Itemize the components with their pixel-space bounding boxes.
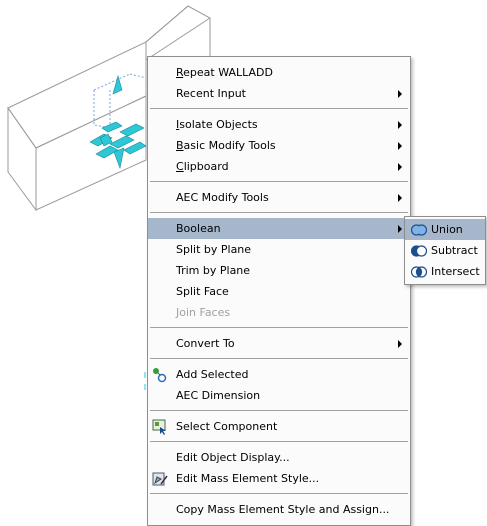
submenu-arrow-icon	[398, 194, 402, 202]
grip-6	[123, 141, 147, 155]
menu-item-label: Boolean	[176, 222, 221, 235]
grip-2	[101, 121, 123, 133]
union-icon	[411, 224, 427, 236]
menu-item-select-component[interactable]: Select Component	[148, 416, 410, 437]
menu-separator	[150, 493, 408, 494]
menu-item-boolean[interactable]: Boolean	[148, 218, 410, 239]
menu-item-recent-input[interactable]: Recent Input	[148, 83, 410, 104]
accelerator-c: C	[176, 160, 184, 173]
menu-item-aec-modify-tools[interactable]: AEC Modify Tools	[148, 187, 410, 208]
submenu-arrow-icon	[398, 163, 402, 171]
menu-item-aec-dimension[interactable]: AEC Dimension	[148, 385, 410, 406]
submenu-arrow-icon	[398, 142, 402, 150]
menu-item-label: Edit Object Display...	[176, 451, 290, 464]
submenu-item-label: Intersect	[431, 265, 480, 278]
menu-item-label: lipboard	[183, 160, 229, 173]
menu-separator	[150, 212, 408, 213]
menu-item-convert-to[interactable]: Convert To	[148, 333, 410, 354]
menu-item-label: Split Face	[176, 285, 229, 298]
menu-item-isolate-objects[interactable]: Isolate Objects	[148, 114, 410, 135]
submenu-arrow-icon	[398, 121, 402, 129]
context-menu: Repeat WALLADD Recent Input Isolate Obje…	[147, 56, 411, 526]
menu-item-label: epeat WALLADD	[183, 66, 273, 79]
menu-separator	[150, 327, 408, 328]
submenu-item-label: Union	[431, 223, 463, 236]
menu-item-label: Add Selected	[176, 368, 249, 381]
add-selected-icon	[153, 368, 167, 383]
subtract-icon	[411, 245, 427, 257]
menu-item-basic-modify-tools[interactable]: Basic Modify Tools	[148, 135, 410, 156]
edit-style-icon	[152, 472, 168, 486]
menu-item-label: AEC Modify Tools	[176, 191, 269, 204]
menu-item-split-by-plane[interactable]: Split by Plane	[148, 239, 410, 260]
menu-item-label: Split by Plane	[176, 243, 252, 256]
menu-item-trim-by-plane[interactable]: Trim by Plane	[148, 260, 410, 281]
submenu-item-union[interactable]: Union	[405, 219, 485, 240]
menu-item-label: Edit Mass Element Style...	[176, 472, 320, 485]
menu-item-label: Trim by Plane	[176, 264, 251, 277]
menu-separator	[150, 410, 408, 411]
menu-item-label: solate Objects	[179, 118, 258, 131]
menu-item-label: Convert To	[176, 337, 235, 350]
select-component-icon	[152, 419, 166, 435]
menu-item-label: asic Modify Tools	[183, 139, 276, 152]
menu-item-label: Copy Mass Element Style and Assign...	[176, 503, 390, 516]
menu-separator	[150, 181, 408, 182]
grip-5	[119, 123, 145, 137]
submenu-arrow-icon	[398, 225, 402, 233]
accelerator-b: B	[176, 139, 184, 152]
grips[interactable]	[89, 74, 147, 170]
boolean-submenu: Union Subtract Intersect	[404, 216, 486, 285]
menu-separator	[150, 441, 408, 442]
menu-item-join-faces: Join Faces	[148, 302, 410, 323]
menu-separator	[150, 358, 408, 359]
menu-item-edit-object-display[interactable]: Edit Object Display...	[148, 447, 410, 468]
intersect-icon	[411, 266, 427, 278]
menu-item-split-face[interactable]: Split Face	[148, 281, 410, 302]
menu-item-label: Select Component	[176, 420, 278, 433]
grip-4	[109, 135, 135, 149]
menu-item-label: Recent Input	[176, 87, 246, 100]
menu-item-edit-mass-element-style[interactable]: Edit Mass Element Style...	[148, 468, 410, 489]
submenu-item-subtract[interactable]: Subtract	[405, 240, 485, 261]
menu-item-clipboard[interactable]: Clipboard	[148, 156, 410, 177]
menu-separator	[150, 108, 408, 109]
menu-item-repeat-walladd[interactable]: Repeat WALLADD	[148, 62, 410, 83]
submenu-item-intersect[interactable]: Intersect	[405, 261, 485, 282]
menu-item-copy-mass-element-style[interactable]: Copy Mass Element Style and Assign...	[148, 499, 410, 520]
menu-item-label: Join Faces	[176, 306, 231, 319]
menu-item-label: AEC Dimension	[176, 389, 261, 402]
submenu-arrow-icon	[398, 340, 402, 348]
menu-item-add-selected[interactable]: Add Selected	[148, 364, 410, 385]
submenu-arrow-icon	[398, 90, 402, 98]
submenu-item-label: Subtract	[431, 244, 478, 257]
